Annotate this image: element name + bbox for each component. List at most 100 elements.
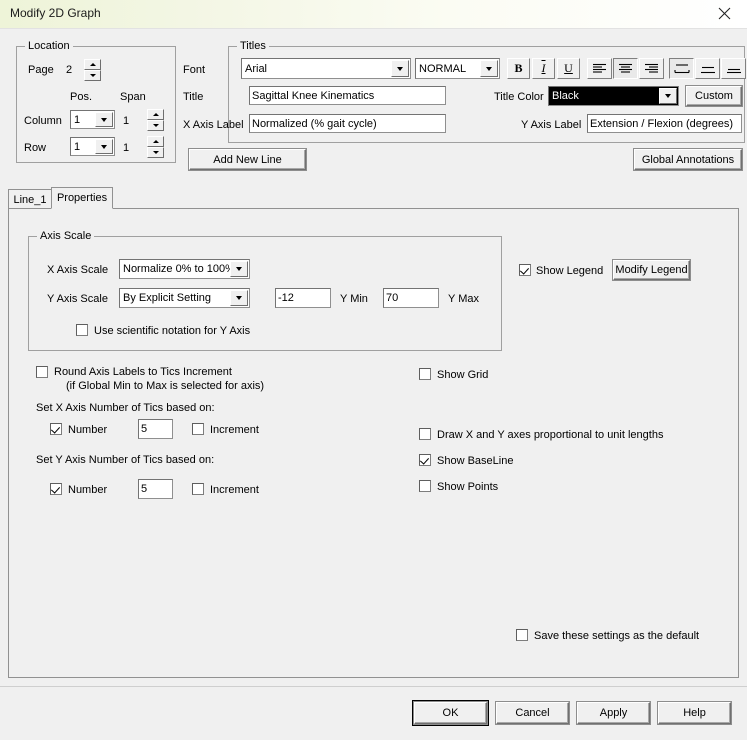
proportional-axes-label: Draw X and Y axes proportional to unit l… (437, 429, 664, 441)
tab-line-1-label: Line_1 (13, 193, 47, 206)
scientific-notation-checkbox[interactable] (76, 324, 88, 336)
y-axis-scale-value: By Explicit Setting (123, 292, 212, 304)
column-span-up[interactable] (147, 109, 164, 120)
custom-color-button[interactable]: Custom (686, 86, 742, 106)
round-axis-labels-label: Round Axis Labels to Tics Increment (54, 366, 232, 378)
italic-label: I (541, 61, 546, 75)
window-title-bar: Modify 2D Graph (0, 0, 747, 29)
show-grid-checkbox[interactable] (419, 368, 431, 380)
title-color-combo[interactable]: Black (548, 86, 679, 106)
y-tics-increment-label: Increment (210, 484, 259, 496)
x-axis-label-input[interactable]: Normalized (% gait cycle) (249, 114, 446, 133)
titles-group-label: Titles (237, 40, 269, 52)
row-span-up[interactable] (147, 136, 164, 147)
chevron-down-icon[interactable] (95, 139, 113, 154)
font-combo[interactable]: Arial (241, 58, 411, 79)
help-button[interactable]: Help (658, 702, 731, 724)
x-tics-increment-checkbox[interactable] (192, 423, 204, 435)
title-input[interactable]: Sagittal Knee Kinematics (249, 86, 446, 105)
x-axis-scale-combo[interactable]: Normalize 0% to 100% (119, 259, 250, 279)
x-tics-number-value: 5 (141, 423, 148, 435)
row-pos-combo[interactable]: 1 (70, 137, 115, 156)
y-axis-label-value: Extension / Flexion (degrees) (590, 117, 734, 130)
chevron-down-icon[interactable] (230, 261, 248, 277)
save-default-label: Save these settings as the default (534, 630, 700, 642)
chevron-down-icon[interactable] (480, 60, 498, 77)
x-axis-label-label: X Axis Label (183, 119, 244, 131)
x-tics-number-input[interactable]: 5 (138, 419, 173, 439)
show-points-checkbox[interactable] (419, 480, 431, 492)
italic-button[interactable]: I (532, 58, 555, 79)
modify-legend-button[interactable]: Modify Legend (613, 260, 690, 280)
align-left-icon[interactable] (587, 58, 612, 79)
y-min-label: Y Min (340, 293, 368, 305)
add-new-line-label: Add New Line (213, 153, 282, 166)
underline-button[interactable]: U (557, 58, 580, 79)
apply-label: Apply (599, 707, 628, 719)
tab-properties[interactable]: Properties (51, 187, 113, 209)
page-spinner-down[interactable] (84, 70, 101, 81)
y-tics-heading: Set Y Axis Number of Tics based on: (36, 454, 215, 466)
row-span-spinner[interactable] (147, 136, 164, 158)
show-points-label: Show Points (437, 481, 499, 493)
cancel-label: Cancel (515, 707, 550, 719)
x-axis-scale-label: X Axis Scale (47, 264, 109, 276)
y-tics-number-input[interactable]: 5 (138, 479, 173, 499)
round-axis-labels-checkbox[interactable] (36, 366, 48, 378)
y-axis-scale-combo[interactable]: By Explicit Setting (119, 288, 250, 308)
page-spinner-up[interactable] (84, 59, 101, 70)
align-center-icon[interactable] (613, 58, 638, 79)
apply-button[interactable]: Apply (577, 702, 650, 724)
dialog-separator (0, 686, 747, 687)
cancel-button[interactable]: Cancel (496, 702, 569, 724)
column-span-value: 1 (123, 115, 130, 127)
font-style-value: NORMAL (419, 62, 467, 75)
row-span-down[interactable] (147, 147, 164, 158)
modify-legend-label: Modify Legend (615, 264, 688, 276)
x-axis-label-value: Normalized (% gait cycle) (252, 117, 377, 130)
y-max-input[interactable]: 70 (383, 288, 439, 308)
valign-middle-icon[interactable] (695, 58, 720, 79)
title-color-value: Black (552, 90, 579, 102)
ok-button[interactable]: OK (412, 700, 489, 726)
y-axis-scale-label: Y Axis Scale (47, 293, 108, 305)
y-tics-increment-checkbox[interactable] (192, 483, 204, 495)
y-axis-label-label: Y Axis Label (521, 119, 582, 131)
y-min-input[interactable]: -12 (275, 288, 331, 308)
show-legend-checkbox[interactable] (519, 264, 531, 276)
y-tics-number-checkbox[interactable] (50, 483, 62, 495)
proportional-axes-checkbox[interactable] (419, 428, 431, 440)
add-new-line-button[interactable]: Add New Line (189, 149, 306, 170)
chevron-down-icon[interactable] (391, 60, 409, 77)
column-span-down[interactable] (147, 120, 164, 131)
row-span-value: 1 (123, 142, 130, 154)
title-input-value: Sagittal Knee Kinematics (252, 89, 375, 102)
bold-button[interactable]: B (507, 58, 530, 79)
bold-label: B (514, 61, 523, 75)
x-tics-number-checkbox[interactable] (50, 423, 62, 435)
y-tics-number-label: Number (68, 484, 108, 496)
font-style-combo[interactable]: NORMAL (415, 58, 500, 79)
valign-bottom-icon[interactable] (721, 58, 746, 79)
show-baseline-checkbox[interactable] (419, 454, 431, 466)
title-color-label: Title Color (494, 91, 544, 103)
row-label: Row (24, 142, 47, 154)
pos-header: Pos. (70, 91, 93, 103)
column-pos-combo[interactable]: 1 (70, 110, 115, 129)
chevron-down-icon[interactable] (659, 88, 677, 104)
help-label: Help (683, 707, 706, 719)
span-header: Span (120, 91, 146, 103)
chevron-down-icon[interactable] (95, 112, 113, 127)
show-grid-label: Show Grid (437, 369, 489, 381)
page-spinner[interactable] (84, 59, 101, 81)
tab-line-1[interactable]: Line_1 (8, 189, 52, 209)
axis-scale-group-label: Axis Scale (37, 230, 95, 242)
chevron-down-icon[interactable] (230, 290, 248, 306)
column-span-spinner[interactable] (147, 109, 164, 131)
valign-top-icon[interactable] (669, 58, 694, 79)
global-annotations-button[interactable]: Global Annotations (634, 149, 742, 170)
save-default-checkbox[interactable] (516, 629, 528, 641)
align-right-icon[interactable] (639, 58, 664, 79)
y-axis-label-input[interactable]: Extension / Flexion (degrees) (587, 114, 742, 133)
close-icon[interactable] (701, 0, 747, 27)
